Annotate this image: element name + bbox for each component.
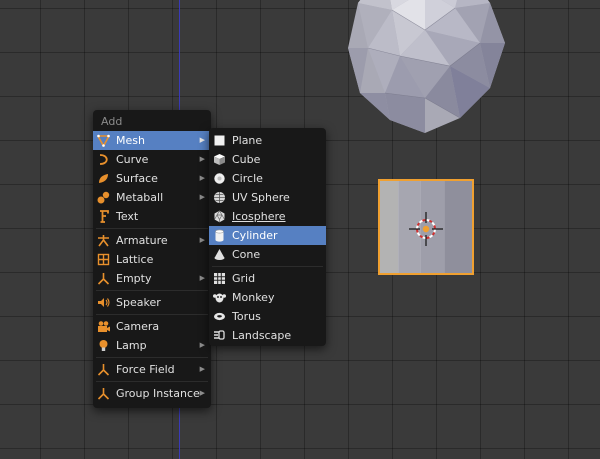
submenu-arrow-icon: ▶ (199, 174, 205, 182)
submenu-arrow-icon: ▶ (199, 365, 205, 373)
mesh-item-cone[interactable]: Cone (209, 245, 326, 264)
menu-item-lattice[interactable]: Lattice (93, 250, 211, 269)
cone-icon (214, 249, 225, 260)
menu-item-label: Grid (232, 272, 256, 285)
menu-item-label: Curve (116, 153, 149, 166)
menu-item-label: Monkey (232, 291, 275, 304)
add-menu: Add Mesh ▶ Curve ▶ Surface ▶ Metaball ▶ (93, 110, 211, 408)
armature-icon (98, 235, 109, 247)
menu-item-label: Landscape (232, 329, 292, 342)
icosphere-icon (214, 210, 225, 223)
menu-item-label: Lamp (116, 339, 147, 352)
menu-item-label: Empty (116, 272, 152, 285)
menu-item-label: Circle (232, 172, 263, 185)
submenu-arrow-icon: ▶ (199, 136, 205, 144)
add-menu-title: Add (101, 115, 123, 128)
menu-item-camera[interactable]: Camera (93, 317, 211, 336)
menu-item-armature[interactable]: Armature ▶ (93, 231, 211, 250)
menu-item-label: UV Sphere (232, 191, 290, 204)
menu-item-force-field[interactable]: Force Field ▶ (93, 360, 211, 379)
metaball-icon (97, 191, 110, 204)
cylinder-icon (215, 229, 224, 242)
curve-icon (99, 154, 108, 165)
monkey-icon (213, 293, 226, 303)
menu-item-label: Lattice (116, 253, 154, 266)
submenu-arrow-icon: ▶ (199, 193, 205, 201)
submenu-arrow-icon: ▶ (199, 155, 205, 163)
menu-item-mesh[interactable]: Mesh ▶ (93, 131, 211, 150)
menu-separator (96, 228, 208, 229)
menu-item-curve[interactable]: Curve ▶ (93, 150, 211, 169)
menu-item-label: Camera (116, 320, 160, 333)
menu-item-label: Armature (116, 234, 168, 247)
mesh-submenu: Plane Cube Circle UV Sphere Icosphere Cy… (209, 128, 326, 346)
force-field-icon (97, 364, 110, 376)
menu-item-label: Icosphere (232, 210, 286, 223)
menu-item-lamp[interactable]: Lamp ▶ (93, 336, 211, 355)
grid-icon (214, 273, 225, 284)
surface-icon (99, 174, 108, 183)
circle-icon (214, 173, 225, 184)
submenu-arrow-icon: ▶ (199, 341, 205, 349)
menu-item-group-instance[interactable]: Group Instance ▶ (93, 384, 211, 403)
menu-item-label: Cone (232, 248, 261, 261)
3d-cursor-icon[interactable] (409, 212, 443, 246)
submenu-arrow-icon: ▶ (199, 274, 205, 282)
menu-item-speaker[interactable]: Speaker (93, 293, 211, 312)
mesh-item-cylinder[interactable]: Cylinder (209, 226, 326, 245)
menu-item-surface[interactable]: Surface ▶ (93, 169, 211, 188)
mesh-item-grid[interactable]: Grid (209, 269, 326, 288)
group-instance-icon (97, 388, 110, 400)
menu-separator (96, 381, 208, 382)
menu-item-label: Text (116, 210, 139, 223)
menu-item-text[interactable]: Text (93, 207, 211, 226)
plane-icon (214, 135, 225, 146)
mesh-item-icosphere[interactable]: Icosphere (209, 207, 326, 226)
mesh-item-plane[interactable]: Plane (209, 131, 326, 150)
menu-separator (96, 314, 208, 315)
submenu-arrow-icon: ▶ (199, 389, 205, 397)
menu-item-metaball[interactable]: Metaball ▶ (93, 188, 211, 207)
menu-item-label: Cylinder (232, 229, 278, 242)
menu-item-label: Group Instance (116, 387, 200, 400)
mesh-icon (97, 134, 110, 147)
menu-separator (212, 266, 323, 267)
menu-item-label: Force Field (116, 363, 175, 376)
torus-icon (214, 312, 225, 321)
speaker-icon (98, 298, 110, 307)
submenu-arrow-icon: ▶ (199, 236, 205, 244)
landscape-icon (214, 330, 225, 340)
icosphere-object[interactable] (330, 0, 520, 138)
menu-item-label: Mesh (116, 134, 145, 147)
lamp-icon (99, 340, 108, 351)
menu-item-label: Torus (232, 310, 261, 323)
menu-item-label: Cube (232, 153, 261, 166)
mesh-item-circle[interactable]: Circle (209, 169, 326, 188)
uv-sphere-icon (214, 192, 225, 203)
cube-icon (214, 154, 225, 165)
mesh-item-torus[interactable]: Torus (209, 307, 326, 326)
menu-separator (96, 290, 208, 291)
empty-icon (97, 273, 110, 285)
lattice-icon (97, 253, 110, 266)
mesh-item-uv-sphere[interactable]: UV Sphere (209, 188, 326, 207)
menu-item-label: Plane (232, 134, 263, 147)
text-icon (100, 210, 109, 223)
menu-item-label: Surface (116, 172, 158, 185)
menu-item-empty[interactable]: Empty ▶ (93, 269, 211, 288)
mesh-item-landscape[interactable]: Landscape (209, 326, 326, 345)
menu-item-label: Metaball (116, 191, 164, 204)
menu-item-label: Speaker (116, 296, 161, 309)
mesh-item-cube[interactable]: Cube (209, 150, 326, 169)
camera-icon (98, 321, 110, 332)
mesh-item-monkey[interactable]: Monkey (209, 288, 326, 307)
menu-separator (96, 357, 208, 358)
